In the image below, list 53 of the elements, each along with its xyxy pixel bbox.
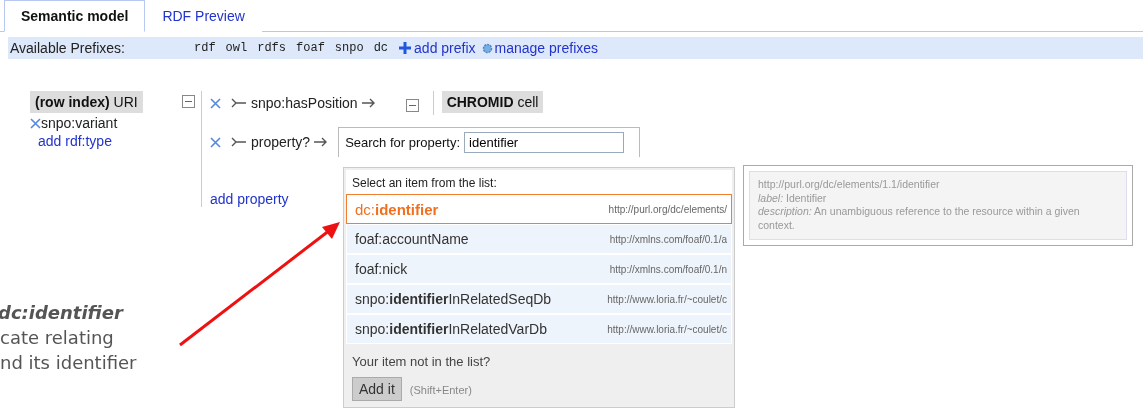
- target-node-label: CHROMID cell: [441, 91, 544, 113]
- prefix: foaf: [296, 41, 325, 55]
- remove-icon[interactable]: [210, 136, 221, 148]
- prefixes-label: Available Prefixes:: [10, 40, 126, 56]
- collapse-icon[interactable]: [182, 95, 195, 108]
- suggestion-item[interactable]: foaf:accountName http://xmlns.com/foaf/0.1/a: [346, 224, 732, 254]
- details-text: label: Identifier: [758, 191, 827, 204]
- prefix-link[interactable]: manage prefixes: [481, 40, 599, 56]
- annotation-text: cate relating: [0, 327, 114, 349]
- suggestion-item[interactable]: dc:identifier http://purl.org/dc/elements/: [346, 194, 732, 224]
- suggestion-name: snpo:identifierInRelatedSeqDb: [355, 291, 552, 307]
- suggestion-uri: http://www.loria.fr/~coulet/c: [607, 293, 727, 305]
- tab[interactable]: Semantic model: [4, 0, 146, 32]
- add-it-button[interactable]: Add it: [352, 377, 402, 401]
- prefix: snpo: [334, 41, 364, 55]
- gear-icon: [481, 42, 493, 54]
- suggestion-name: snpo:identifierInRelatedVarDb: [355, 321, 547, 337]
- plus-icon: [398, 41, 413, 55]
- suggestion-uri: http://www.loria.fr/~coulet/c: [607, 323, 727, 335]
- prefix: rdfs: [257, 41, 287, 55]
- prefix: rdf: [194, 41, 216, 55]
- prefix: dc: [373, 41, 389, 55]
- suggestion-uri: http://xmlns.com/foaf/0.1/n: [609, 263, 727, 275]
- dropdown-heading: Select an item from the list:: [346, 170, 732, 194]
- remove-icon[interactable]: [30, 117, 41, 129]
- property-label[interactable]: snpo:hasPosition: [251, 95, 358, 111]
- arrow-icon: [361, 98, 376, 108]
- suggestion-item[interactable]: snpo:identifierInRelatedVarDb http://www.loria.fr/~coulet/c: [346, 314, 732, 344]
- prefix-link[interactable]: add prefix: [398, 40, 476, 56]
- type-label: snpo:variant: [41, 115, 118, 131]
- suggestion-uri: http://purl.org/dc/elements/: [608, 203, 727, 215]
- property-label[interactable]: property?: [251, 134, 311, 150]
- not-in-list-text: Your item not in the list?: [351, 353, 492, 371]
- details-text: description: An unambiguous reference to the resource within a given context.: [758, 205, 1080, 231]
- annotation-text: nd its identifier: [0, 352, 137, 374]
- remove-icon[interactable]: [210, 97, 221, 109]
- suggestion-name: foaf:accountName: [355, 231, 469, 247]
- prefix: owl: [225, 41, 248, 55]
- connector-icon: [231, 137, 247, 147]
- add-type-link[interactable]: add rdf:type: [38, 133, 182, 149]
- suggestion-item[interactable]: snpo:identifierInRelatedSeqDb http://www.loria.fr/~coulet/c: [346, 284, 732, 314]
- details-text: http://purl.org/dc/elements/1.1/identifier: [758, 178, 940, 190]
- root-node-label: (row index) URI: [30, 91, 143, 113]
- suggestion-uri: http://xmlns.com/foaf/0.1/a: [609, 233, 727, 245]
- search-label: Search for property:: [345, 135, 461, 150]
- arrow-icon: [314, 137, 329, 147]
- search-field[interactable]: identifier: [464, 132, 625, 153]
- suggestion-name: foaf:nick: [355, 261, 408, 277]
- connector-icon: [231, 98, 247, 108]
- shortcut-hint: (Shift+Enter): [409, 384, 472, 396]
- suggestion-item[interactable]: foaf:nick http://xmlns.com/foaf/0.1/n: [346, 254, 732, 284]
- suggestion-name: dc:identifier: [355, 200, 439, 218]
- collapse-icon[interactable]: [405, 98, 419, 112]
